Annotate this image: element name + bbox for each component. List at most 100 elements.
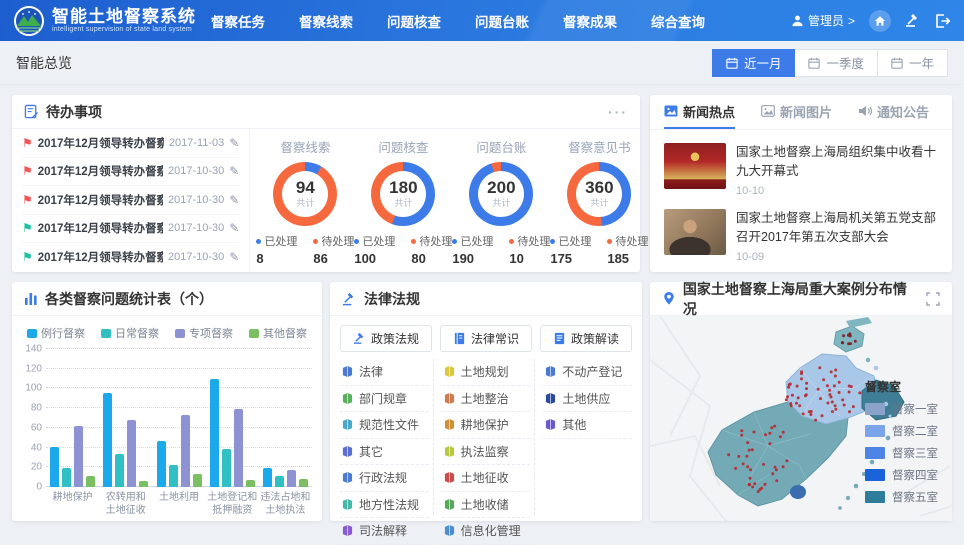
edit-icon[interactable]: ✎	[229, 221, 239, 235]
law-link[interactable]: 耕地保护	[442, 412, 531, 439]
fullscreen-button[interactable]	[926, 292, 940, 306]
range-button-label: 近一月	[744, 53, 782, 72]
edit-icon[interactable]: ✎	[229, 193, 239, 207]
news-item-title: 国家土地督察上海局机关第五党支部召开2017年第五次支部大会	[736, 209, 938, 248]
y-tick-label: 140	[20, 344, 42, 355]
donut-processed-value: 100	[354, 251, 395, 266]
bar-其他督察	[299, 479, 308, 487]
y-tick-label: 0	[20, 482, 42, 493]
y-tick-label: 80	[20, 403, 42, 414]
date-range-selector: 近一月 一季度 一年	[712, 49, 948, 77]
app-title: 智能土地督察系统	[52, 8, 196, 26]
donut-block-0: 督察线索94共计已处理8待处理86	[256, 137, 354, 268]
law-link[interactable]: 规范性文件	[340, 412, 429, 439]
law-button-0[interactable]: 政策法规	[340, 325, 432, 352]
law-button-2[interactable]: 政策解读	[540, 325, 632, 352]
todo-item[interactable]: ⚑2017年12月领导转办督察线索2017-10-30✎	[22, 158, 239, 187]
todo-item[interactable]: ⚑2017年12月领导转办督察线索2017-10-30✎	[22, 215, 239, 244]
law-link[interactable]: 土地整治	[442, 386, 531, 413]
law-link[interactable]: 土地规划	[442, 359, 531, 386]
book-icon	[444, 471, 455, 484]
todo-item[interactable]: ⚑2017年12月领导转办督察线索2017-11-03✎	[22, 129, 239, 158]
case-distribution-map[interactable]: 督察室 督察一室督察二室督察三室督察四室督察五室	[650, 316, 952, 521]
todo-title: 待办事项	[46, 102, 102, 122]
card-menu-button[interactable]: ···	[608, 104, 628, 120]
law-link[interactable]: 法律	[340, 359, 429, 386]
chart-legend-item-0[interactable]: 例行督察	[27, 325, 85, 341]
app-subtitle: intelligent supervision of state land sy…	[52, 26, 196, 33]
law-link[interactable]: 土地供应	[543, 386, 632, 413]
range-button-2[interactable]: 一年	[878, 49, 948, 77]
donut-processed-label: 已处理	[550, 233, 591, 249]
law-button-label: 政策解读	[571, 330, 619, 347]
gavel-icon	[905, 13, 921, 28]
logout-button[interactable]	[935, 14, 950, 28]
law-link[interactable]: 土地收储	[442, 492, 531, 519]
donut-processed-label: 已处理	[354, 233, 395, 249]
nav-item-5[interactable]: 综合查询	[651, 11, 705, 31]
chart-legend-item-3[interactable]: 其他督察	[249, 325, 307, 341]
donut-pending: 待处理86	[313, 233, 354, 266]
book-icon	[342, 471, 353, 484]
donut-total-label: 共计	[492, 196, 510, 209]
nav-item-1[interactable]: 督察线索	[299, 11, 353, 31]
law-link[interactable]: 地方性法规	[340, 492, 429, 519]
bar-group	[206, 379, 259, 487]
law-tools-button[interactable]	[905, 13, 921, 28]
law-link[interactable]: 不动产登记	[543, 359, 632, 386]
news-thumbnail	[664, 209, 726, 255]
edit-icon[interactable]: ✎	[229, 164, 239, 178]
law-link[interactable]: 其它	[340, 439, 429, 466]
nav-item-2[interactable]: 问题核查	[387, 11, 441, 31]
todo-item[interactable]: ⚑2017年12月领导转办督察线索2017-10-30✎	[22, 243, 239, 272]
book-icon	[342, 392, 353, 405]
nav-item-3[interactable]: 问题台账	[475, 11, 529, 31]
bar-例行督察	[103, 393, 112, 487]
law-link[interactable]: 其他	[543, 412, 632, 439]
law-button-label: 政策法规	[371, 330, 419, 347]
flag-icon: ⚑	[22, 194, 33, 206]
map-legend-item-2: 督察三室	[865, 445, 938, 461]
range-button-0[interactable]: 近一月	[712, 49, 796, 77]
law-link[interactable]: 行政法规	[340, 465, 429, 492]
law-link[interactable]: 信息化管理	[442, 518, 531, 545]
chart-legend-item-2[interactable]: 专项督察	[175, 325, 233, 341]
news-tab-0[interactable]: 新闻热点	[664, 95, 735, 129]
todo-overview-card: 待办事项 ··· ⚑2017年12月领导转办督察线索2017-11-03✎⚑20…	[12, 95, 640, 272]
donut-pending-value: 86	[313, 251, 354, 266]
law-button-1[interactable]: 法律常识	[440, 325, 532, 352]
range-button-1[interactable]: 一季度	[795, 49, 878, 77]
edit-icon[interactable]: ✎	[229, 250, 239, 264]
news-item[interactable]: 国家土地督察上海局组织集中收看十九大开幕式10-10	[664, 138, 938, 204]
range-button-label: 一季度	[826, 53, 864, 72]
nav-item-0[interactable]: 督察任务	[211, 11, 265, 31]
bar-例行督察	[210, 379, 219, 487]
todo-icon	[24, 104, 39, 119]
user-menu[interactable]: 管理员>	[791, 12, 855, 29]
law-link[interactable]: 土地征收	[442, 465, 531, 492]
news-list: 国家土地督察上海局组织集中收看十九大开幕式10-10国家土地督察上海局机关第五党…	[650, 130, 952, 270]
law-link[interactable]: 司法解释	[340, 518, 429, 545]
range-button-label: 一年	[909, 53, 934, 72]
bar-chart-icon	[24, 292, 38, 305]
news-tab-2[interactable]: 通知公告	[858, 95, 929, 129]
chart-legend-item-1[interactable]: 日常督察	[101, 325, 159, 341]
donut-ring: 180共计	[371, 162, 435, 226]
donut-total-value: 180	[389, 179, 417, 196]
todo-item[interactable]: ⚑2017年12月领导转办督察线索2017-10-30✎	[22, 186, 239, 215]
nav-item-4[interactable]: 督察成果	[563, 11, 617, 31]
home-button[interactable]	[869, 10, 891, 32]
donut-pending: 待处理80	[411, 233, 452, 266]
news-item[interactable]: 国家土地督察上海局机关第五党支部召开2017年第五次支部大会10-09	[664, 204, 938, 270]
law-link-label: 执法监察	[461, 443, 509, 460]
law-link[interactable]: 执法监察	[442, 439, 531, 466]
news-tab-label: 新闻图片	[780, 102, 832, 121]
edit-icon[interactable]: ✎	[229, 136, 239, 150]
news-tab-1[interactable]: 新闻图片	[761, 95, 832, 129]
map-pin-icon	[662, 291, 676, 306]
logout-icon	[935, 14, 950, 28]
donut-title: 问题核查	[378, 137, 428, 156]
law-link[interactable]: 部门规章	[340, 386, 429, 413]
flag-icon: ⚑	[22, 222, 33, 234]
todo-item-date: 2017-11-03	[169, 137, 224, 149]
